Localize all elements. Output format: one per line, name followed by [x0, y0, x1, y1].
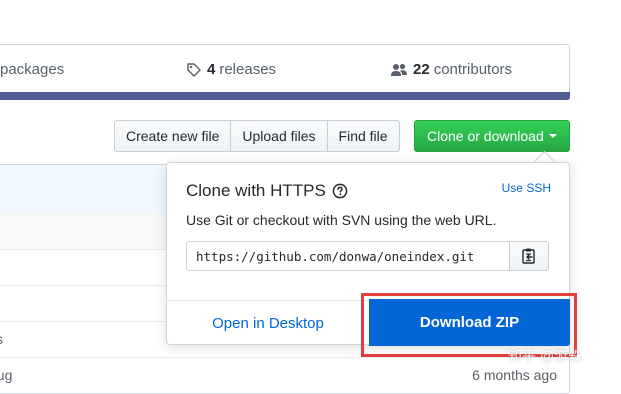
contributors-stat[interactable]: 22 contributors [390, 61, 512, 78]
clipboard-icon [522, 248, 535, 264]
commit-age: 6 months ago [472, 367, 557, 383]
copy-url-button[interactable] [509, 241, 549, 271]
clone-title-text: Clone with HTTPS [186, 181, 326, 200]
people-icon [391, 63, 407, 76]
contributors-label: contributors [433, 61, 513, 78]
contributors-count: 22 [413, 61, 430, 78]
file-name[interactable]: ys [0, 331, 3, 347]
table-row[interactable]: bug 6 months ago [0, 357, 569, 393]
packages-label: packages [0, 61, 65, 78]
download-zip-button[interactable]: Download ZIP [369, 299, 570, 346]
language-bar[interactable] [0, 92, 570, 100]
upload-files-button[interactable]: Upload files [230, 120, 328, 152]
clone-description: Use Git or checkout with SVN using the w… [186, 212, 497, 228]
clone-or-download-button[interactable]: Clone or download [414, 120, 570, 152]
releases-count: 4 [207, 61, 216, 78]
file-name[interactable]: bug [0, 367, 12, 383]
popup-title: Clone with HTTPS [186, 181, 348, 201]
clone-popup: Clone with HTTPS Use SSH Use Git or chec… [166, 162, 570, 346]
clone-url-input[interactable] [186, 241, 510, 271]
create-new-file-button[interactable]: Create new file [114, 120, 232, 152]
clone-or-download-label: Clone or download [427, 128, 544, 144]
use-ssh-link[interactable]: Use SSH [502, 181, 551, 195]
question-icon[interactable] [332, 183, 348, 199]
watermark: 知乎 @游轶 [508, 348, 583, 364]
find-file-button[interactable]: Find file [326, 120, 400, 152]
caret-down-icon [548, 134, 557, 138]
releases-label: releases [219, 61, 277, 78]
open-in-desktop-button[interactable]: Open in Desktop [167, 301, 369, 346]
releases-stat[interactable]: 4 releases [186, 61, 276, 78]
file-actions-group: Create new file Upload files Find file [114, 120, 400, 152]
popup-footer: Open in Desktop Download ZIP [167, 299, 570, 346]
packages-stat[interactable]: packages [0, 61, 64, 78]
tag-icon [187, 62, 201, 77]
